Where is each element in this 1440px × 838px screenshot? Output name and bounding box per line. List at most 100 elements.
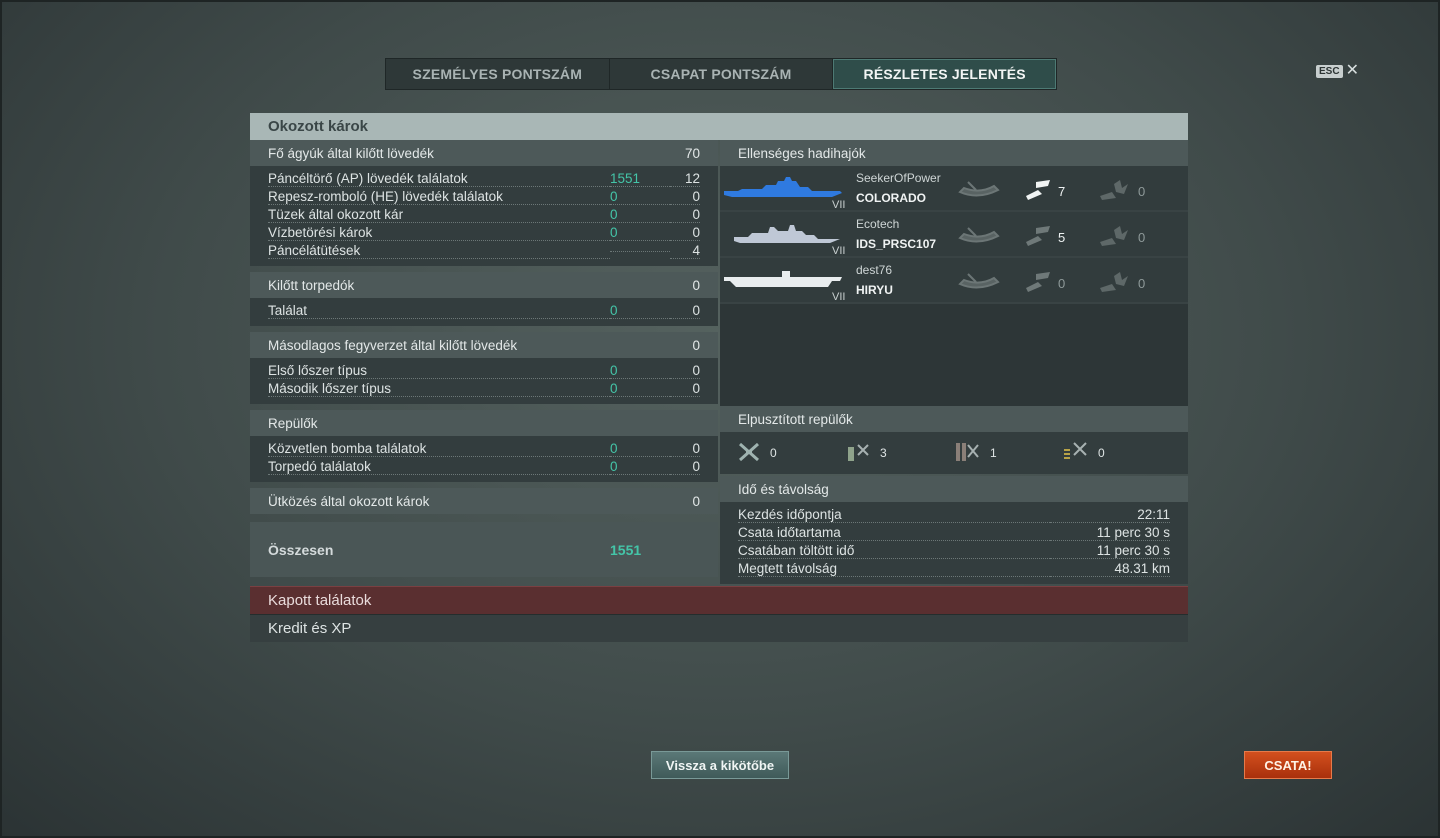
section-total: 0 [692, 277, 700, 293]
stat-count: 0 [670, 381, 700, 397]
fire-icon [1098, 270, 1132, 297]
ship-tier: VII [832, 291, 846, 303]
stat-row: Második lőszer típus 0 0 [250, 380, 718, 398]
tab-detailed-report[interactable]: RÉSZLETES JELENTÉS [833, 59, 1057, 89]
stat-damage: 0 [610, 207, 670, 223]
stat-row: Csata időtartama 11 perc 30 s [720, 524, 1188, 542]
shell-hit-icon [1022, 224, 1052, 251]
player-name: dest76 [856, 263, 893, 277]
close-icon[interactable]: ✕ [1346, 63, 1359, 79]
section-total: 0 [692, 337, 700, 353]
scout-plane-icon [1062, 441, 1088, 466]
total-value: 1551 [610, 541, 642, 558]
stat-row: Találat 0 0 [250, 302, 718, 320]
torpedo-bomber-icon [846, 441, 870, 466]
received-hits-section[interactable]: Kapott találatok [250, 586, 1188, 614]
stat-damage: 0 [610, 189, 670, 205]
section-title: Elpusztított repülők [738, 411, 853, 427]
stat-label: Tüzek által okozott kár [268, 207, 610, 223]
ship-name: IDS_PRSC107 [856, 237, 937, 251]
torpedoes-body: Találat 0 0 [250, 298, 718, 326]
stat-row: Páncéltörő (AP) lövedék találatok 1551 12 [250, 170, 718, 188]
battleship-silhouette-icon: VII [722, 173, 845, 211]
time-distance-body: Kezdés időpontja 22:11 Csata időtartama 11… [720, 502, 1188, 584]
torpedo-hit-stat [958, 270, 1000, 295]
stat-label: Második lőszer típus [268, 381, 610, 397]
plane-count: 1 [990, 446, 997, 460]
stat-count: 0 [670, 225, 700, 241]
enemy-ship-row[interactable]: VII dest76 HIRYU 0 0 [720, 258, 1188, 304]
ship-name: COLORADO [856, 191, 926, 205]
fire-icon [1098, 178, 1132, 205]
section-total: 0 [692, 493, 700, 509]
enemy-ship-row[interactable]: VII Ecotech IDS_PRSC107 5 0 [720, 212, 1188, 258]
damage-dealt-column: Fő ágyúk által kilőtt lövedék 70 Páncélt… [250, 140, 718, 584]
stat-label: Első lőszer típus [268, 363, 610, 379]
fire-count: 0 [1138, 184, 1146, 199]
section-title: Ütközés által okozott károk [268, 493, 430, 509]
tab-team-score[interactable]: CSAPAT PONTSZÁM [610, 59, 834, 89]
stat-label: Csatában töltött idő [738, 543, 1050, 559]
stat-row: Első lőszer típus 0 0 [250, 362, 718, 380]
ship-tier: VII [832, 245, 846, 257]
secondary-body: Első lőszer típus 0 0 Második lőszer típus… [250, 358, 718, 404]
stat-row: Páncélátütések 4 [250, 242, 718, 260]
section-title: Kilőtt torpedók [268, 277, 355, 293]
section-title: Fő ágyúk által kilőtt lövedék [268, 145, 434, 161]
main-guns-body: Páncéltörő (AP) lövedék találatok 1551 12 … [250, 166, 718, 266]
shell-hit-stat: 5 [1022, 224, 1065, 251]
battle-button[interactable]: CSATA! [1244, 751, 1332, 779]
main-guns-header: Fő ágyúk által kilőtt lövedék 70 [250, 140, 718, 166]
torpedo-hit-stat [958, 224, 1000, 249]
ramming-header: Ütközés által okozott károk 0 [250, 488, 718, 514]
panel-title[interactable]: Okozott károk [250, 113, 1188, 140]
credits-xp-section[interactable]: Kredit és XP [250, 614, 1188, 642]
stat-label: Repesz-romboló (HE) lövedék találatok [268, 189, 610, 205]
enemy-ship-row[interactable]: VII SeekerOfPower COLORADO 7 0 [720, 166, 1188, 212]
stat-row: Repesz-romboló (HE) lövedék találatok 0 0 [250, 188, 718, 206]
stat-value: 22:11 [1050, 507, 1170, 523]
shell-hit-count: 0 [1058, 276, 1066, 291]
stat-count: 12 [670, 171, 700, 187]
stat-count: 4 [670, 243, 700, 259]
plane-count: 0 [770, 446, 777, 460]
stat-label: Találat [268, 303, 610, 319]
stat-count: 0 [670, 441, 700, 457]
shell-hit-stat: 7 [1022, 178, 1065, 205]
total-label: Összesen [268, 541, 334, 558]
carrier-silhouette-icon: VII [722, 265, 845, 303]
stat-row: Tüzek által okozott kár 0 0 [250, 206, 718, 224]
stat-row: Vízbetörési károk 0 0 [250, 224, 718, 242]
section-title: Ellenséges hadihajók [738, 145, 866, 161]
fire-icon [1098, 224, 1132, 251]
stat-damage: 0 [610, 441, 670, 457]
tab-personal-score[interactable]: SZEMÉLYES PONTSZÁM [386, 59, 610, 89]
torpedo-hit-icon [958, 178, 1000, 203]
stat-label: Páncéltörő (AP) lövedék találatok [268, 171, 610, 187]
stat-count: 0 [670, 459, 700, 475]
stat-count: 0 [670, 189, 700, 205]
details-column: Ellenséges hadihajók VII SeekerOfPower C… [720, 140, 1188, 584]
dive-bomber-icon [954, 441, 980, 466]
fire-stat: 0 [1098, 178, 1145, 205]
section-title: Repülők [268, 415, 318, 431]
player-name: Ecotech [856, 217, 900, 231]
player-name: SeekerOfPower [856, 171, 941, 185]
shell-hit-count: 5 [1058, 230, 1066, 245]
stat-damage: 0 [610, 225, 670, 241]
shell-hit-count: 7 [1058, 184, 1066, 199]
stat-label: Megtett távolság [738, 561, 1050, 577]
esc-key-label: ESC [1316, 64, 1343, 78]
fire-count: 0 [1138, 276, 1146, 291]
damage-report-panel: Okozott károk Fő ágyúk által kilőtt löve… [250, 113, 1188, 642]
back-to-port-button[interactable]: Vissza a kikötőbe [651, 751, 789, 779]
report-tabs: SZEMÉLYES PONTSZÁM CSAPAT PONTSZÁM RÉSZL… [385, 58, 1057, 90]
stat-damage: 0 [610, 303, 670, 319]
close-button[interactable]: ESC ✕ [1316, 63, 1359, 79]
plane-stat: 3 [846, 441, 954, 466]
fire-count: 0 [1138, 230, 1146, 245]
shell-hit-icon [1022, 178, 1052, 205]
stat-count: 0 [670, 363, 700, 379]
fighter-icon [738, 442, 760, 465]
ship-tier: VII [832, 199, 846, 211]
